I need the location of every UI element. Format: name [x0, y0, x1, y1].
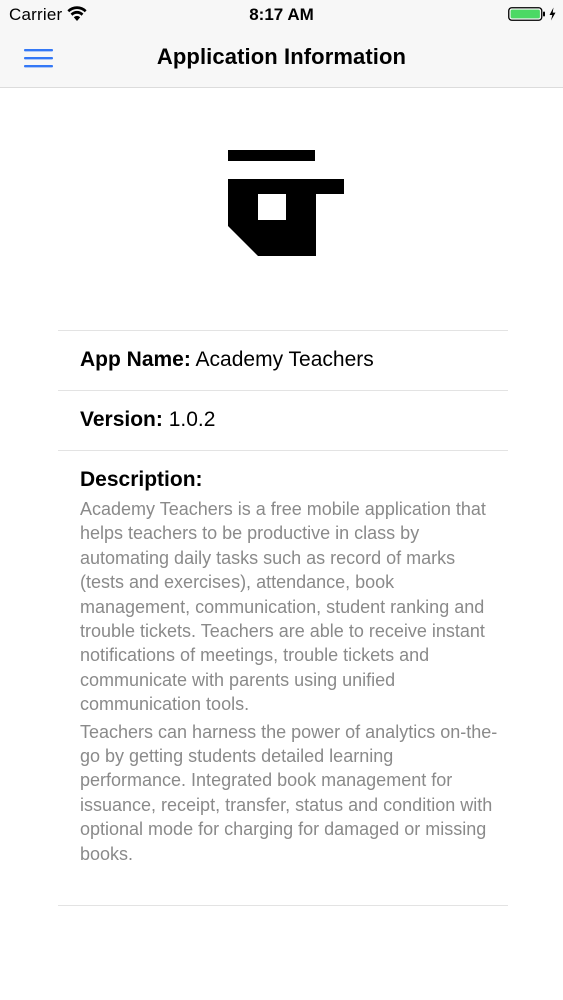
page-title: Application Information	[156, 44, 407, 69]
top-bar: Carrier 8:17 AM Application Information	[0, 0, 563, 88]
description-label: Description:	[80, 468, 203, 491]
version-value: 1.0.2	[168, 408, 216, 431]
divider-version	[58, 450, 508, 451]
status-bar: Carrier 8:17 AM	[0, 0, 563, 30]
divider-app-name	[58, 390, 508, 391]
description-paragraph: Academy Teachers is a free mobile applic…	[80, 499, 486, 715]
version-label: Version:	[80, 408, 163, 431]
divider-bottom	[58, 905, 508, 906]
status-time: 8:17 AM	[249, 5, 314, 24]
version-row: Version: 1.0.2	[80, 408, 215, 432]
battery-icon	[508, 7, 556, 21]
screen: Carrier 8:17 AM Application Information	[0, 0, 563, 1000]
app-name-row: App Name: Academy Teachers	[80, 348, 374, 372]
navigation-bar: Application Information	[0, 30, 563, 86]
description-text: Academy Teachers is a free mobile applic…	[80, 497, 500, 869]
description-paragraph: Teachers can harness the power of analyt…	[80, 721, 498, 864]
app-name-value: Academy Teachers	[195, 348, 374, 371]
app-name-label: App Name:	[80, 348, 191, 371]
app-logo-icon	[228, 150, 344, 256]
divider-top	[58, 330, 508, 331]
